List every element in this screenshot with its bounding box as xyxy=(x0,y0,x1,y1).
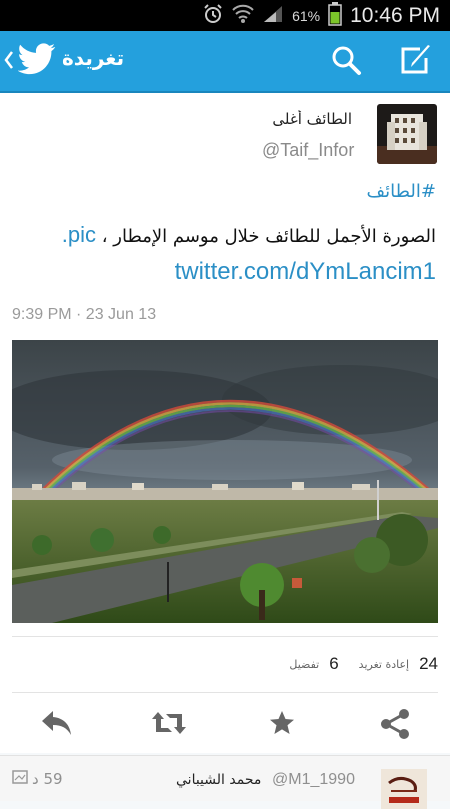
star-icon[interactable] xyxy=(267,708,297,742)
next-avatar[interactable] xyxy=(381,769,427,809)
share-icon[interactable] xyxy=(379,708,411,744)
media-icon xyxy=(12,770,28,788)
alarm-icon xyxy=(202,3,224,29)
back-chevron-icon[interactable] xyxy=(4,49,14,75)
tweet-text: الصورة الأجمل للطائف خلال موسم الإمطار ،… xyxy=(16,222,436,248)
retweets-count[interactable]: 24 xyxy=(419,654,438,674)
next-time: 59 د xyxy=(12,770,63,788)
battery-percent: 61% xyxy=(292,7,321,24)
tweet-stats: 24 إعادة تغريد 6 تفضيل xyxy=(289,654,438,674)
author-handle[interactable]: @Taif_Infor xyxy=(262,140,354,161)
page-title: تغريدة xyxy=(62,46,125,70)
next-handle[interactable]: @M1_1990 xyxy=(272,771,355,789)
next-tweet-row[interactable]: @M1_1990 محمد الشيباني 59 د xyxy=(0,755,450,809)
avatar[interactable] xyxy=(377,104,437,164)
pic-link-part1[interactable]: pic. xyxy=(62,222,96,247)
reply-icon[interactable] xyxy=(40,708,74,742)
divider xyxy=(12,692,438,693)
search-icon[interactable] xyxy=(330,44,362,80)
wifi-icon xyxy=(232,4,254,28)
favorites-label[interactable]: تفضيل xyxy=(289,658,319,671)
status-bar: 61% 10:46 PM xyxy=(0,0,450,31)
compose-icon[interactable] xyxy=(398,44,434,80)
battery-icon xyxy=(328,1,342,30)
retweet-icon[interactable] xyxy=(150,708,188,742)
divider xyxy=(12,636,438,637)
favorites-count[interactable]: 6 xyxy=(329,654,338,674)
clock: 10:46 PM xyxy=(350,3,440,27)
action-bar xyxy=(0,700,450,750)
tweet-timestamp: 9:39 PM · 23 Jun 13 xyxy=(12,306,157,323)
retweets-label[interactable]: إعادة تغريد xyxy=(359,658,409,671)
app-header: تغريدة xyxy=(0,31,450,93)
tweet-text-body: الصورة الأجمل للطائف خلال موسم الإمطار ، xyxy=(101,226,436,247)
twitter-bird-icon[interactable] xyxy=(17,43,56,81)
signal-icon xyxy=(262,4,284,28)
author-name[interactable]: الطائف أغلى xyxy=(262,110,352,128)
hashtag-link[interactable]: #الطائف xyxy=(367,181,436,202)
pic-link-part2[interactable]: twitter.com/dYmLancim1 xyxy=(175,258,436,286)
next-name[interactable]: محمد الشيباني xyxy=(176,772,261,788)
next-time-text: 59 د xyxy=(32,770,63,788)
tweet-photo[interactable] xyxy=(12,340,438,623)
